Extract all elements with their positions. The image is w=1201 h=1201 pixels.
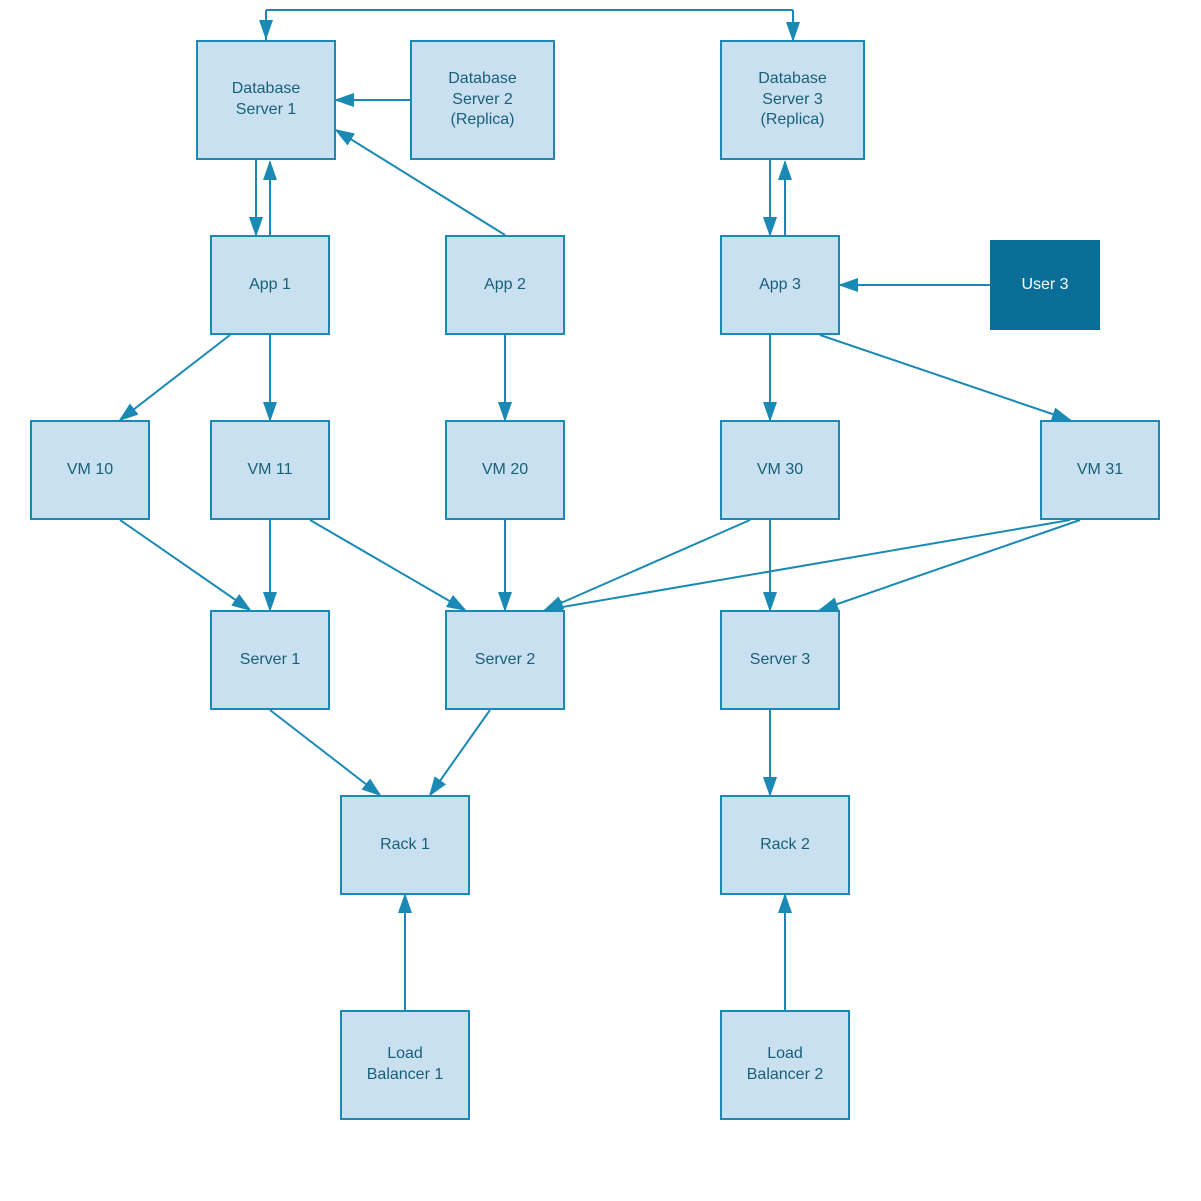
node-vm20[interactable]: VM 20 <box>445 420 565 520</box>
node-db1[interactable]: Database Server 1 <box>196 40 336 160</box>
arrows-svg <box>0 0 1201 1201</box>
node-vm10[interactable]: VM 10 <box>30 420 150 520</box>
node-user3[interactable]: User 3 <box>990 240 1100 330</box>
node-server1[interactable]: Server 1 <box>210 610 330 710</box>
node-app2[interactable]: App 2 <box>445 235 565 335</box>
node-lb1[interactable]: Load Balancer 1 <box>340 1010 470 1120</box>
node-vm31[interactable]: VM 31 <box>1040 420 1160 520</box>
node-rack2[interactable]: Rack 2 <box>720 795 850 895</box>
node-server3[interactable]: Server 3 <box>720 610 840 710</box>
node-db3[interactable]: Database Server 3 (Replica) <box>720 40 865 160</box>
node-db2[interactable]: Database Server 2 (Replica) <box>410 40 555 160</box>
node-server2[interactable]: Server 2 <box>445 610 565 710</box>
node-rack1[interactable]: Rack 1 <box>340 795 470 895</box>
node-app3[interactable]: App 3 <box>720 235 840 335</box>
node-vm30[interactable]: VM 30 <box>720 420 840 520</box>
diagram: Database Server 1 Database Server 2 (Rep… <box>0 0 1201 1201</box>
node-vm11[interactable]: VM 11 <box>210 420 330 520</box>
node-app1[interactable]: App 1 <box>210 235 330 335</box>
node-lb2[interactable]: Load Balancer 2 <box>720 1010 850 1120</box>
